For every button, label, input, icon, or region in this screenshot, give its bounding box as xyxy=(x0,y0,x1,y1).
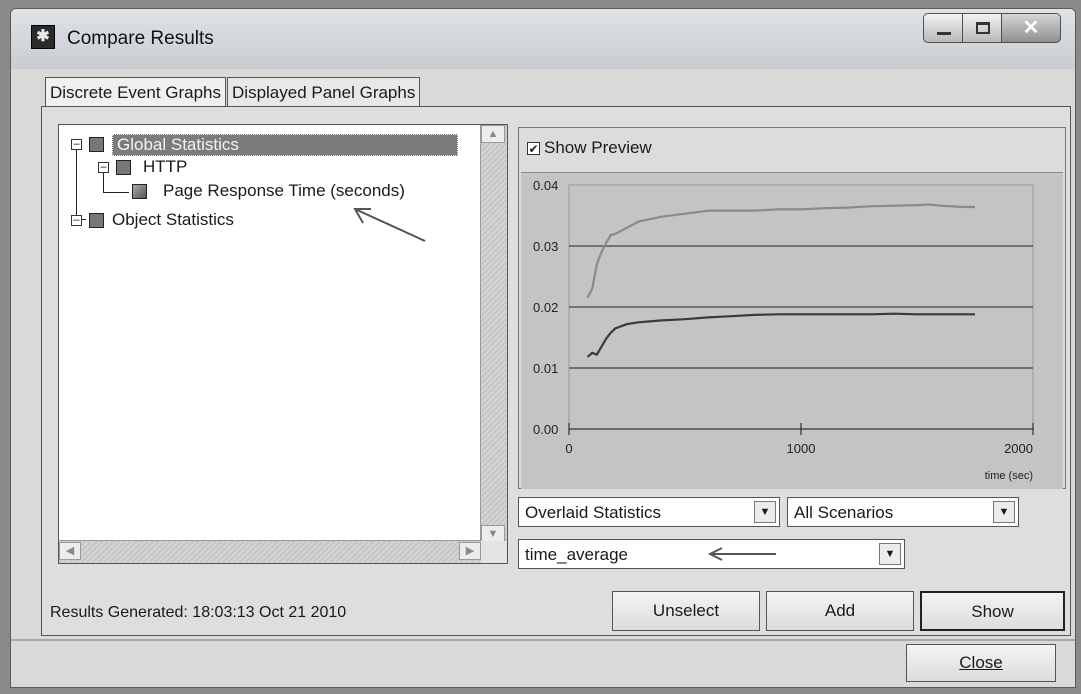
folder-icon xyxy=(89,213,104,228)
collapse-icon[interactable]: – xyxy=(71,215,82,226)
tree-item-page-response-time[interactable]: Page Response Time (seconds) xyxy=(59,180,479,202)
filter-value: time_average xyxy=(525,545,629,564)
app-icon: ✱ xyxy=(31,25,55,49)
collapse-icon[interactable]: – xyxy=(71,139,82,150)
footer-separator xyxy=(11,639,1075,641)
series-line xyxy=(586,203,975,299)
unselect-button[interactable]: Unselect xyxy=(612,591,760,631)
folder-icon xyxy=(89,137,104,152)
scrollbar-corner xyxy=(481,541,507,563)
minimize-button[interactable] xyxy=(923,13,963,43)
show-preview-toggle[interactable]: ✔ Show Preview xyxy=(527,138,652,158)
overlay-mode-value: Overlaid Statistics xyxy=(525,503,662,522)
chevron-down-icon[interactable]: ▼ xyxy=(754,501,776,523)
tab-strip: Discrete Event Graphs Displayed Panel Gr… xyxy=(45,77,421,107)
x-axis-label: time (sec) xyxy=(985,470,1033,482)
chevron-down-icon[interactable]: ▼ xyxy=(879,543,901,565)
y-tick-label: 0.02 xyxy=(533,300,558,315)
tree-item-label: HTTP xyxy=(143,157,188,176)
show-preview-label: Show Preview xyxy=(544,138,652,157)
annotation-arrow-icon xyxy=(353,208,426,242)
folder-icon xyxy=(116,160,131,175)
close-window-button[interactable]: ✕ xyxy=(1001,13,1061,43)
x-tick-label: 2000 xyxy=(1004,441,1033,456)
close-button[interactable]: Close xyxy=(906,644,1056,682)
tree-item-label: Object Statistics xyxy=(112,210,234,229)
tree-vertical-scrollbar[interactable]: ▲ ▼ xyxy=(480,125,507,543)
chart-area: 0.00 0.01 0.02 0.03 0.04 0 1000 2000 time (sec) xyxy=(521,172,1063,489)
overlay-mode-select[interactable]: Overlaid Statistics ▼ xyxy=(518,497,780,527)
tree-item-http[interactable]: – HTTP xyxy=(59,156,479,178)
caption-buttons: ✕ xyxy=(923,13,1061,47)
window-title: Compare Results xyxy=(67,28,214,49)
maximize-icon xyxy=(976,22,990,34)
annotation-arrow-icon xyxy=(707,547,776,561)
statistics-tree: – Global Statistics – HTTP Page Response… xyxy=(58,124,508,564)
scroll-right-icon[interactable]: ▶ xyxy=(459,542,481,560)
scroll-left-icon[interactable]: ◀ xyxy=(59,542,81,560)
add-button[interactable]: Add xyxy=(766,591,914,631)
chevron-down-icon[interactable]: ▼ xyxy=(993,501,1015,523)
x-tick-label: 1000 xyxy=(787,441,816,456)
tree-horizontal-scrollbar[interactable]: ◀ ▶ xyxy=(59,540,481,563)
results-generated-text: Results Generated: 18:03:13 Oct 21 2010 xyxy=(50,604,347,621)
minimize-icon xyxy=(937,32,951,35)
collapse-icon[interactable]: – xyxy=(98,162,109,173)
y-tick-label: 0.03 xyxy=(533,239,558,254)
show-button[interactable]: Show xyxy=(920,591,1065,631)
series-line xyxy=(586,312,975,358)
scenario-value: All Scenarios xyxy=(794,503,894,522)
preview-panel: ✔ Show Preview 0.00 0.01 0.02 0.03 0.04 0 1000… xyxy=(518,127,1066,489)
scroll-up-icon[interactable]: ▲ xyxy=(481,125,505,143)
close-icon: ✕ xyxy=(1022,17,1040,39)
compare-results-window: ✱ Compare Results ✕ Discrete Event Graph… xyxy=(10,8,1076,688)
tab-panel: – Global Statistics – HTTP Page Response… xyxy=(41,106,1071,636)
response-time-chart: 0.00 0.01 0.02 0.03 0.04 0 1000 2000 time (sec) xyxy=(533,178,1034,482)
tab-displayed-panel-graphs[interactable]: Displayed Panel Graphs xyxy=(227,77,421,107)
y-tick-label: 0.01 xyxy=(533,361,558,376)
checked-statistic-icon[interactable] xyxy=(132,184,147,199)
maximize-button[interactable] xyxy=(962,13,1002,43)
x-tick-label: 0 xyxy=(565,441,572,456)
show-preview-checkbox[interactable]: ✔ xyxy=(527,141,540,155)
tree-item-label: Page Response Time (seconds) xyxy=(163,181,405,200)
tree-item-label: Global Statistics xyxy=(112,134,458,156)
tab-discrete-event-graphs[interactable]: Discrete Event Graphs xyxy=(45,77,227,107)
close-button-label: Close xyxy=(959,653,1003,672)
tree-item-global-statistics[interactable]: – Global Statistics xyxy=(59,133,479,156)
title-bar[interactable]: ✱ Compare Results ✕ xyxy=(11,9,1075,69)
y-tick-label: 0.04 xyxy=(533,178,558,193)
y-tick-label: 0.00 xyxy=(533,422,558,437)
scenario-select[interactable]: All Scenarios ▼ xyxy=(787,497,1019,527)
